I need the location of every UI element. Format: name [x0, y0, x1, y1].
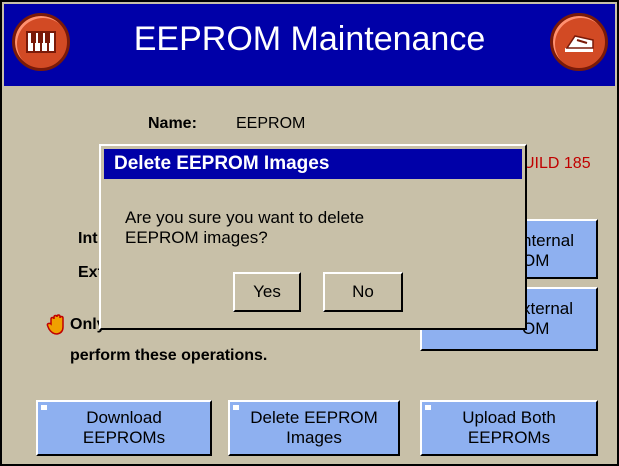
warning-line2: perform these operations. — [70, 347, 268, 364]
delete-eeprom-images-button[interactable]: Delete EEPROM Images — [228, 400, 400, 456]
name-value: EEPROM — [236, 115, 306, 132]
title-bar: EEPROM Maintenance — [4, 4, 615, 86]
dialog-message-line2: EEPROM images? — [125, 228, 268, 247]
button-label-line2: EEPROMs — [82, 428, 166, 447]
hand-stop-icon — [46, 314, 64, 335]
confirm-dialog: Delete EEPROM Images Are you sure you wa… — [99, 144, 527, 330]
name-label: Name: — [148, 115, 197, 132]
download-eeproms-button[interactable]: Download EEPROMs — [36, 400, 212, 456]
build-text: UILD 185 — [523, 155, 591, 172]
piano-icon[interactable] — [12, 13, 70, 71]
dialog-message: Are you sure you want to delete EEPROM i… — [125, 208, 364, 248]
button-label-line2: Images — [286, 428, 342, 447]
yes-button[interactable]: Yes — [233, 272, 301, 312]
dialog-title: Delete EEPROM Images — [104, 149, 522, 179]
button-label-line2: EEPROMs — [467, 428, 551, 447]
button-label-line1: Download — [86, 408, 162, 427]
internal-label: Int — [78, 230, 98, 247]
upload-both-eeproms-button[interactable]: Upload Both EEPROMs — [420, 400, 598, 456]
button-label-line1: Delete EEPROM — [250, 408, 378, 427]
button-led — [233, 405, 239, 410]
button-label-line1: Upload Both — [462, 408, 556, 427]
exit-icon[interactable] — [550, 13, 608, 71]
main-window: EEPROM Maintenance Name: EEPROM UILD 185… — [0, 0, 619, 466]
no-button[interactable]: No — [323, 272, 403, 312]
button-led — [425, 405, 431, 410]
button-led — [41, 405, 47, 410]
page-title: EEPROM Maintenance — [133, 20, 486, 58]
dialog-message-line1: Are you sure you want to delete — [125, 208, 365, 227]
